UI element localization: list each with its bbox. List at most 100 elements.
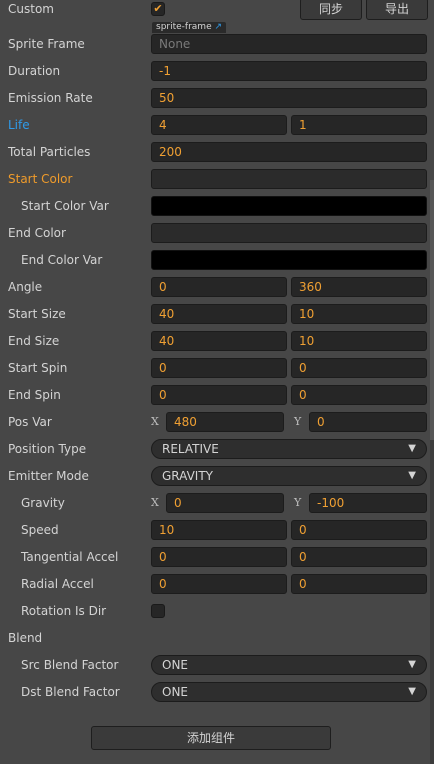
pos-var-label: Pos Var (8, 415, 52, 429)
start-size-field[interactable]: 40 (151, 304, 287, 324)
total-particles-row: Total Particles 200 (0, 141, 428, 163)
sprite-frame-row: Sprite Frame None (0, 33, 428, 55)
add-component-button[interactable]: 添加组件 (91, 726, 331, 750)
position-type-select[interactable]: RELATIVE ▼ (151, 439, 427, 459)
angle-row: Angle 0 360 (0, 276, 428, 298)
emitter-mode-row: Emitter Mode GRAVITY ▼ (0, 465, 428, 487)
src-blend-factor-select[interactable]: ONE ▼ (151, 655, 427, 675)
end-spin-label: End Spin (8, 388, 61, 402)
start-size-label: Start Size (8, 307, 66, 321)
end-color-var-label: End Color Var (21, 253, 103, 267)
end-size-row: End Size 40 10 (0, 330, 428, 352)
emission-rate-label: Emission Rate (8, 91, 93, 105)
export-button[interactable]: 导出 (366, 0, 428, 20)
start-spin-row: Start Spin 0 0 (0, 357, 428, 379)
duration-row: Duration -1 (0, 60, 428, 82)
scrollbar-thumb[interactable] (430, 180, 434, 440)
gravity-x-field[interactable]: 0 (166, 493, 284, 513)
start-size-row: Start Size 40 10 (0, 303, 428, 325)
start-color-var-label: Start Color Var (21, 199, 109, 213)
duration-field[interactable]: -1 (151, 61, 427, 81)
dst-blend-factor-select[interactable]: ONE ▼ (151, 682, 427, 702)
position-type-row: Position Type RELATIVE ▼ (0, 438, 428, 460)
gravity-label: Gravity (21, 496, 65, 510)
sprite-frame-field[interactable]: None (151, 34, 427, 54)
start-spin-var-field[interactable]: 0 (291, 358, 427, 378)
emission-rate-row: Emission Rate 50 (0, 87, 428, 109)
end-spin-row: End Spin 0 0 (0, 384, 428, 406)
end-color-var-swatch[interactable] (151, 250, 427, 270)
pos-var-y-axis: Y (294, 415, 302, 428)
angle-field[interactable]: 0 (151, 277, 287, 297)
start-color-swatch[interactable] (151, 169, 427, 189)
rotation-is-dir-checkbox[interactable] (151, 604, 165, 618)
position-type-value: RELATIVE (162, 442, 219, 456)
total-particles-field[interactable]: 200 (151, 142, 427, 162)
tangential-accel-var-field[interactable]: 0 (291, 547, 427, 567)
life-field[interactable]: 4 (151, 115, 287, 135)
end-color-label: End Color (8, 226, 66, 240)
start-color-label: Start Color (8, 172, 73, 186)
src-blend-factor-row: Src Blend Factor ONE ▼ (0, 654, 428, 676)
duration-label: Duration (8, 64, 61, 78)
end-size-field[interactable]: 40 (151, 331, 287, 351)
custom-label: Custom (8, 2, 54, 16)
emitter-mode-select[interactable]: GRAVITY ▼ (151, 466, 427, 486)
blend-label: Blend (8, 631, 43, 645)
emitter-mode-label: Emitter Mode (8, 469, 89, 483)
pos-var-x-axis: X (151, 415, 159, 428)
src-blend-factor-value: ONE (162, 658, 189, 672)
start-color-var-row: Start Color Var (0, 195, 428, 217)
end-size-var-field[interactable]: 10 (291, 331, 427, 351)
rotation-is-dir-label: Rotation Is Dir (21, 604, 107, 618)
chevron-down-icon: ▼ (408, 443, 416, 454)
angle-label: Angle (8, 280, 43, 294)
tangential-accel-field[interactable]: 0 (151, 547, 287, 567)
start-color-var-swatch[interactable] (151, 196, 427, 216)
total-particles-label: Total Particles (8, 145, 91, 159)
external-link-icon[interactable]: ↗ (214, 22, 222, 32)
life-row: Life 4 1 (0, 114, 428, 136)
gravity-row: Gravity X 0 Y -100 (0, 492, 428, 514)
start-size-var-field[interactable]: 10 (291, 304, 427, 324)
gravity-x-axis: X (151, 496, 159, 509)
pos-var-row: Pos Var X 480 Y 0 (0, 411, 428, 433)
sprite-frame-tag[interactable]: sprite-frame ↗ (152, 22, 227, 33)
pos-var-x-field[interactable]: 480 (166, 412, 284, 432)
speed-row: Speed 10 0 (0, 519, 428, 541)
chevron-down-icon: ▼ (408, 470, 416, 481)
radial-accel-var-field[interactable]: 0 (291, 574, 427, 594)
end-spin-field[interactable]: 0 (151, 385, 287, 405)
end-color-var-row: End Color Var (0, 249, 428, 271)
chevron-down-icon: ▼ (408, 659, 416, 670)
dst-blend-factor-row: Dst Blend Factor ONE ▼ (0, 681, 428, 703)
tangential-accel-row: Tangential Accel 0 0 (0, 546, 428, 568)
radial-accel-row: Radial Accel 0 0 (0, 573, 428, 595)
emitter-mode-value: GRAVITY (162, 469, 213, 483)
end-size-label: End Size (8, 334, 60, 348)
angle-var-field[interactable]: 360 (291, 277, 427, 297)
dst-blend-factor-value: ONE (162, 685, 189, 699)
src-blend-factor-label: Src Blend Factor (21, 658, 119, 672)
dst-blend-factor-label: Dst Blend Factor (21, 685, 120, 699)
chevron-down-icon: ▼ (408, 686, 416, 697)
gravity-y-field[interactable]: -100 (309, 493, 427, 513)
speed-var-field[interactable]: 0 (291, 520, 427, 540)
end-color-swatch[interactable] (151, 223, 427, 243)
pos-var-y-field[interactable]: 0 (309, 412, 427, 432)
end-spin-var-field[interactable]: 0 (291, 385, 427, 405)
radial-accel-field[interactable]: 0 (151, 574, 287, 594)
speed-field[interactable]: 10 (151, 520, 287, 540)
sprite-frame-label: Sprite Frame (8, 37, 85, 51)
blend-row: Blend (0, 627, 428, 649)
start-spin-label: Start Spin (8, 361, 68, 375)
custom-checkbox[interactable]: ✔ (151, 2, 165, 16)
emission-rate-field[interactable]: 50 (151, 88, 427, 108)
gravity-y-axis: Y (294, 496, 302, 509)
start-spin-field[interactable]: 0 (151, 358, 287, 378)
sync-button[interactable]: 同步 (300, 0, 362, 20)
life-var-field[interactable]: 1 (291, 115, 427, 135)
radial-accel-label: Radial Accel (21, 577, 94, 591)
sprite-frame-tag-label: sprite-frame (156, 22, 212, 32)
end-color-row: End Color (0, 222, 428, 244)
